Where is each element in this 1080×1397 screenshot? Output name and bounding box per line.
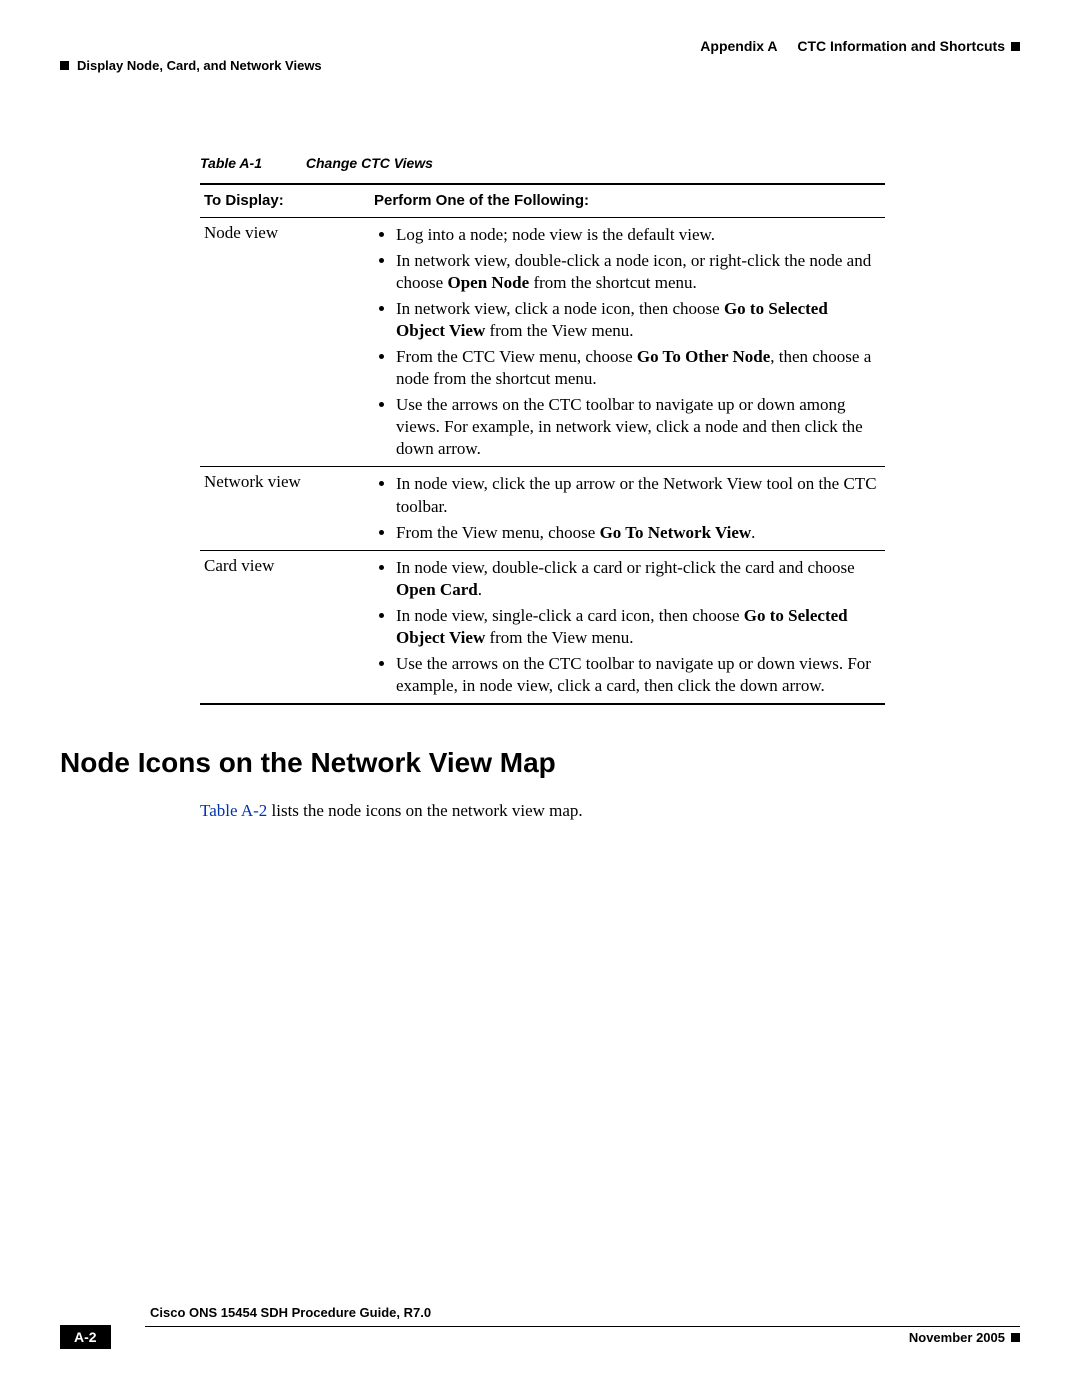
table-caption: Table A-1 Change CTC Views	[200, 155, 1020, 171]
table-row-label: Card view	[200, 550, 370, 704]
table-bullet: From the CTC View menu, choose Go To Oth…	[396, 344, 879, 392]
table-row-actions: Log into a node; node view is the defaul…	[370, 217, 885, 467]
ctc-views-table: To Display: Perform One of the Following…	[200, 183, 885, 705]
appendix-title: CTC Information and Shortcuts	[797, 38, 1005, 54]
section-text-after: lists the node icons on the network view…	[267, 801, 582, 820]
section-heading: Node Icons on the Network View Map	[60, 747, 1020, 779]
table-bullet: In network view, click a node icon, then…	[396, 296, 879, 344]
header-marker-icon	[60, 61, 69, 70]
footer-marker-icon	[1011, 1333, 1020, 1342]
table-row-label: Network view	[200, 467, 370, 550]
footer-date: November 2005	[909, 1330, 1005, 1345]
table-bullet: In node view, double-click a card or rig…	[396, 555, 879, 603]
table-row-label: Node view	[200, 217, 370, 467]
table-a2-link[interactable]: Table A-2	[200, 801, 267, 820]
table-row-actions: In node view, double-click a card or rig…	[370, 550, 885, 704]
page-footer: Cisco ONS 15454 SDH Procedure Guide, R7.…	[60, 1331, 1020, 1349]
table-bullet: From the View menu, choose Go To Network…	[396, 520, 879, 546]
section-path: Display Node, Card, and Network Views	[77, 58, 322, 73]
table-bullet: Use the arrows on the CTC toolbar to nav…	[396, 392, 879, 462]
table-row-actions: In node view, click the up arrow or the …	[370, 467, 885, 550]
table-bullet: In network view, double-click a node ico…	[396, 248, 879, 296]
table-title: Change CTC Views	[306, 155, 433, 171]
table-header-col1: To Display:	[200, 184, 370, 217]
table-bullet: Use the arrows on the CTC toolbar to nav…	[396, 651, 879, 699]
page-header: Appendix A CTC Information and Shortcuts	[60, 38, 1020, 54]
table-bullet: In node view, single-click a card icon, …	[396, 603, 879, 651]
page-number-badge: A-2	[60, 1325, 111, 1349]
table-bullet: Log into a node; node view is the defaul…	[396, 222, 879, 248]
header-marker-icon	[1011, 42, 1020, 51]
table-bullet: In node view, click the up arrow or the …	[396, 471, 879, 519]
appendix-label: Appendix A	[700, 38, 777, 54]
table-number: Table A-1	[200, 155, 262, 171]
section-text: Table A-2 lists the node icons on the ne…	[200, 801, 1020, 821]
footer-doc-title: Cisco ONS 15454 SDH Procedure Guide, R7.…	[150, 1305, 1020, 1320]
table-header-col2: Perform One of the Following:	[370, 184, 885, 217]
